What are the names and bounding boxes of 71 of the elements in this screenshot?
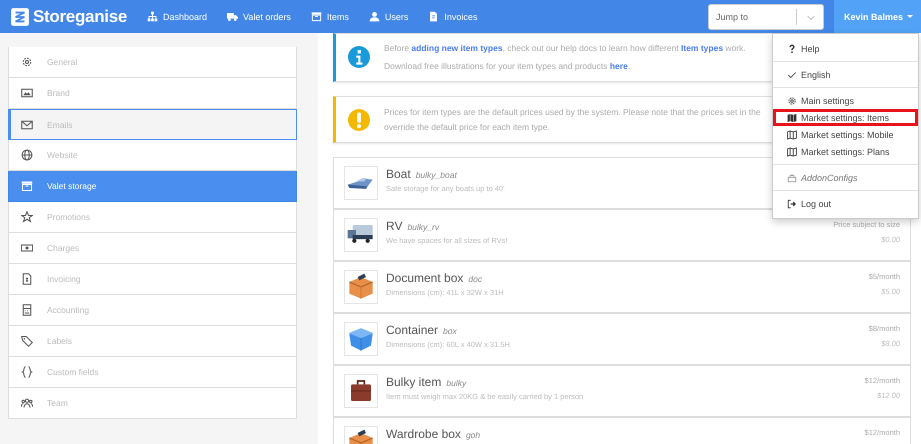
item-code: bulky bbox=[446, 378, 466, 388]
truck-icon bbox=[227, 11, 238, 22]
map-icon bbox=[787, 146, 797, 156]
question-icon bbox=[787, 44, 797, 54]
nav-link[interactable]: Valet orders bbox=[227, 11, 291, 22]
menu-item[interactable]: English bbox=[773, 66, 918, 83]
sidebar-item[interactable]: Valet storage bbox=[8, 171, 297, 202]
notice-text: Download free illustrations for your item types and products here. bbox=[384, 61, 632, 71]
menu-item[interactable]: Market settings: Items bbox=[773, 109, 918, 126]
archive-icon bbox=[310, 11, 322, 22]
sidebar-item[interactable]: Labels bbox=[8, 326, 297, 357]
gear-icon bbox=[21, 56, 33, 68]
item-name: Boat bbox=[386, 167, 411, 181]
map-icon bbox=[787, 112, 797, 122]
info-icon bbox=[348, 46, 370, 68]
item-code: bulky_rv bbox=[407, 222, 440, 232]
gear-icon bbox=[787, 96, 797, 106]
nav-link[interactable]: Users bbox=[368, 11, 408, 22]
sidebar-item[interactable]: Brand bbox=[8, 78, 297, 109]
map-icon bbox=[787, 130, 797, 140]
item-name: Container bbox=[386, 323, 438, 337]
jump-to-field[interactable]: Jump to bbox=[708, 4, 824, 30]
team-icon bbox=[21, 397, 33, 409]
sidebar-item[interactable]: Promotions bbox=[8, 202, 297, 233]
nav-link[interactable]: Items bbox=[310, 11, 349, 22]
image-icon bbox=[21, 87, 33, 99]
item-name: Document box bbox=[386, 271, 464, 285]
notice-text: Prices for item types are the default prices used by the system. Please note that the prices set in the bbox=[384, 107, 761, 117]
item-code: goh bbox=[466, 430, 480, 440]
menu-item[interactable]: Help bbox=[773, 40, 918, 57]
globe-icon bbox=[21, 149, 33, 161]
sidebar-item[interactable]: General bbox=[8, 47, 297, 78]
item-code: bulky_boat bbox=[416, 170, 457, 180]
help-link[interactable]: adding new item types bbox=[411, 43, 503, 53]
sidebar-item[interactable]: Custom fields bbox=[8, 357, 297, 388]
notice-text: Before adding new item types, check out our help docs to learn how different Item types work. bbox=[384, 43, 746, 53]
check-icon bbox=[787, 70, 797, 80]
calculator-icon bbox=[21, 304, 33, 316]
nav-link[interactable]: Invoices bbox=[428, 11, 478, 22]
item-code: box bbox=[443, 326, 457, 336]
logo-icon bbox=[10, 6, 30, 26]
sidebar-item[interactable]: Charges bbox=[8, 233, 297, 264]
help-link[interactable]: Item types bbox=[681, 43, 724, 53]
help-link[interactable]: here bbox=[610, 61, 628, 71]
banknote-icon bbox=[21, 242, 33, 254]
menu-item[interactable]: Market settings: Mobile bbox=[773, 126, 918, 143]
menu-item[interactable]: Market settings: Plans bbox=[773, 143, 918, 160]
logout-icon bbox=[787, 198, 797, 208]
mail-icon bbox=[21, 118, 33, 130]
archive-icon bbox=[21, 180, 33, 192]
sidebar-item[interactable]: Invoicing bbox=[8, 264, 297, 295]
star-icon bbox=[21, 211, 33, 223]
user-menu-button[interactable]: Kevin Balmes bbox=[834, 0, 921, 33]
brand-name: Storeganise bbox=[33, 6, 128, 26]
menu-item[interactable]: Main settings bbox=[773, 92, 918, 109]
tag-icon bbox=[21, 335, 33, 347]
item-code: doc bbox=[468, 274, 482, 284]
sidebar-item[interactable]: Team bbox=[8, 388, 297, 419]
sitemap-icon bbox=[147, 11, 158, 22]
nav-link[interactable]: Dashboard bbox=[147, 11, 208, 22]
warning-icon bbox=[348, 108, 370, 130]
file-icon bbox=[428, 11, 440, 22]
braces-icon bbox=[21, 366, 33, 378]
sidebar-item[interactable]: Website bbox=[8, 140, 297, 171]
notice-text: override the default price for each item type. bbox=[384, 122, 551, 132]
item-name: RV bbox=[386, 219, 402, 233]
item-name: Wardrobe box bbox=[386, 427, 461, 441]
invoice-icon bbox=[21, 273, 33, 285]
user-icon bbox=[368, 11, 380, 22]
item-name: Bulky item bbox=[386, 375, 442, 389]
sidebar-item[interactable]: Accounting bbox=[8, 295, 297, 326]
